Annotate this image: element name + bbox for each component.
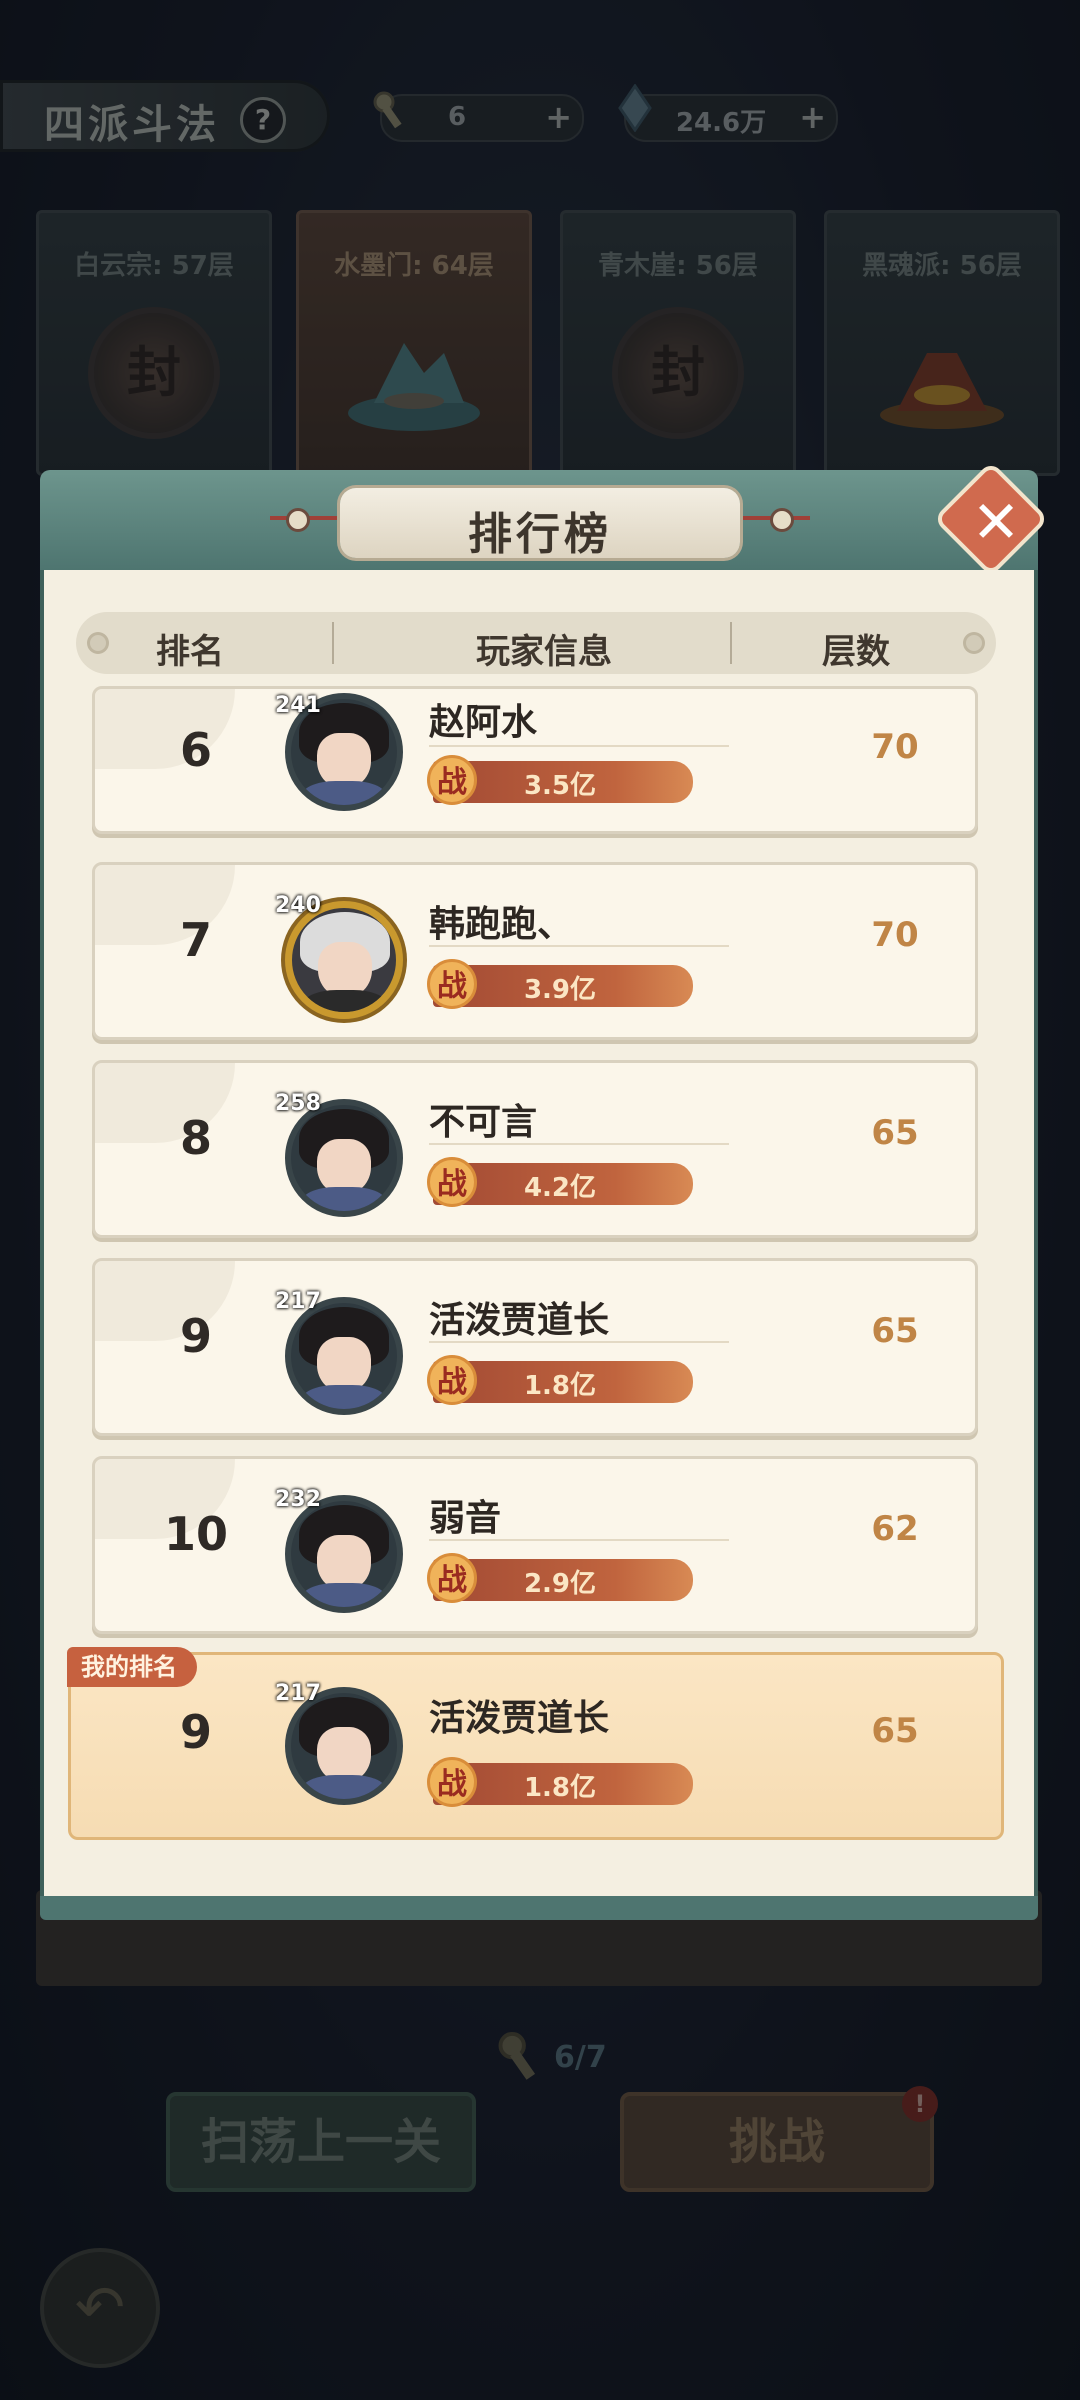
header-dot [90,635,106,651]
modal-header: 排行榜 [40,470,1038,570]
battle-power-icon: 战 [427,959,477,1009]
table-row[interactable]: 9 217 活泼贾道长 战 1.8亿 65 [92,1258,978,1436]
floors-value: 65 [871,1311,919,1351]
my-rank-row[interactable]: 我的排名 9 217 活泼贾道长 战 1.8亿 65 [67,1647,1004,1840]
player-name: 不可言 [429,1102,538,1143]
avatar[interactable] [285,1297,403,1415]
modal-footer [40,1896,1038,1920]
column-header: 排名 玩家信息 层数 [76,612,996,674]
floors-value: 65 [871,1711,919,1751]
name-divider [429,1539,729,1541]
close-icon[interactable]: ✕ [956,482,1036,562]
col-divider [730,622,732,664]
avatar[interactable] [285,1099,403,1217]
table-row[interactable]: 6 241 赵阿水 战 3.5亿 70 [92,686,978,834]
header-dot [966,635,982,651]
player-level: 240 [275,893,321,918]
rank-number: 7 [179,913,212,967]
battle-power: 2.9亿 [523,1569,597,1599]
rank-number: 8 [179,1111,212,1165]
floors-value: 65 [871,1113,919,1153]
rank-number: 9 [179,1705,212,1759]
avatar-body [301,1385,387,1409]
player-level: 232 [275,1487,321,1512]
table-row[interactable]: 10 232 弱音 战 2.9亿 62 [92,1456,978,1634]
knot-left [286,508,310,532]
battle-power: 1.8亿 [523,1371,597,1401]
player-name: 弱音 [429,1498,502,1539]
floors-value: 70 [871,727,919,767]
table-row[interactable]: 8 258 不可言 战 4.2亿 65 [92,1060,978,1238]
knot-right [770,508,794,532]
leaderboard-modal: 排行榜 ✕ 排名 玩家信息 层数 6 241 赵阿水 战 3.5亿 70 7 2… [40,461,1049,1920]
battle-power-icon: 战 [427,1157,477,1207]
floors-value: 62 [871,1509,919,1549]
player-level: 241 [275,693,321,718]
avatar-body [301,1583,387,1607]
col-floors: 层数 [822,632,890,672]
my-rank-tag: 我的排名 [67,1647,197,1687]
rank-number: 9 [179,1309,212,1363]
avatar-body [301,781,387,805]
avatar-body [301,1187,387,1211]
modal-title: 排行榜 [468,509,612,560]
player-level: 258 [275,1091,321,1116]
name-divider [429,745,729,747]
player-name: 活泼贾道长 [429,1698,610,1739]
battle-power: 3.9亿 [523,975,597,1005]
modal-title-plate: 排行榜 [340,488,740,560]
name-divider [429,1341,729,1343]
avatar[interactable] [285,1495,403,1613]
battle-power: 3.5亿 [523,771,597,801]
battle-power: 4.2亿 [523,1173,597,1203]
avatar-body [301,1775,387,1799]
col-rank: 排名 [156,632,224,672]
name-divider [429,945,729,947]
player-name: 活泼贾道长 [429,1300,610,1341]
player-name: 赵阿水 [429,702,538,743]
battle-power-icon: 战 [427,755,477,805]
avatar-body [302,990,388,1012]
rank-number: 6 [179,723,212,777]
player-level: 217 [275,1681,321,1706]
col-divider [332,622,334,664]
player-level: 217 [275,1289,321,1314]
floors-value: 70 [871,915,919,955]
player-name: 韩跑跑、 [429,904,574,945]
battle-power-icon: 战 [427,1553,477,1603]
battle-power-icon: 战 [427,1355,477,1405]
rank-number: 10 [163,1507,228,1561]
battle-power-icon: 战 [427,1757,477,1807]
name-divider [429,1143,729,1145]
battle-power: 1.8亿 [523,1773,597,1803]
avatar[interactable] [285,901,403,1019]
col-player: 玩家信息 [476,632,612,672]
table-row[interactable]: 7 240 韩跑跑、 战 3.9亿 70 [92,862,978,1040]
